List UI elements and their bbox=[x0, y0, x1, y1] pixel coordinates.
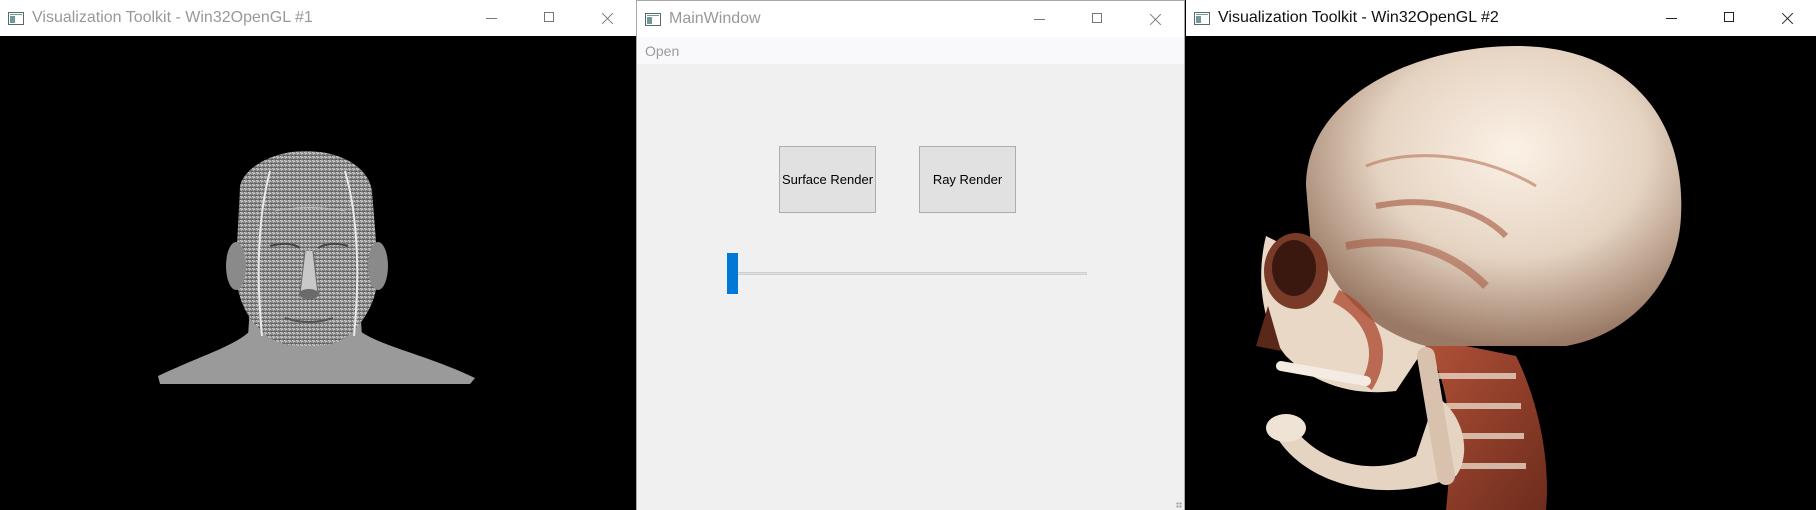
maximize-icon[interactable] bbox=[520, 0, 578, 36]
vtk-window-1[interactable]: Visualization Toolkit - Win32OpenGL #1 bbox=[0, 0, 636, 510]
surface-render-button[interactable]: Surface Render bbox=[779, 146, 876, 213]
title-bar[interactable]: Visualization Toolkit - Win32OpenGL #2 bbox=[1186, 0, 1816, 36]
title-bar[interactable]: MainWindow bbox=[637, 1, 1184, 37]
minimize-icon[interactable] bbox=[1642, 0, 1700, 36]
close-icon[interactable] bbox=[1758, 0, 1816, 36]
window-title: Visualization Toolkit - Win32OpenGL #1 bbox=[32, 9, 313, 26]
close-icon[interactable] bbox=[1126, 1, 1184, 37]
vtk-window-icon bbox=[1194, 11, 1210, 25]
minimize-icon[interactable] bbox=[1010, 1, 1068, 37]
vtk-window-2[interactable]: Visualization Toolkit - Win32OpenGL #2 bbox=[1186, 0, 1816, 510]
main-window[interactable]: MainWindow Open Surface Render Ray Rende… bbox=[636, 0, 1185, 510]
app-window-icon bbox=[645, 12, 661, 26]
minimize-icon[interactable] bbox=[462, 0, 520, 36]
surface-render-head bbox=[158, 151, 475, 384]
title-bar[interactable]: Visualization Toolkit - Win32OpenGL #1 bbox=[0, 0, 636, 36]
window-title: MainWindow bbox=[669, 10, 761, 27]
size-grip-icon[interactable] bbox=[1176, 502, 1182, 508]
slider-track[interactable] bbox=[727, 272, 1087, 275]
maximize-icon[interactable] bbox=[1068, 1, 1126, 37]
volume-render-skull bbox=[1256, 46, 1682, 510]
window-title: Visualization Toolkit - Win32OpenGL #2 bbox=[1218, 9, 1499, 26]
close-icon[interactable] bbox=[578, 0, 636, 36]
maximize-icon[interactable] bbox=[1700, 0, 1758, 36]
vtk-window-icon bbox=[8, 11, 24, 25]
menu-open[interactable]: Open bbox=[637, 43, 687, 59]
slider-handle[interactable] bbox=[727, 253, 738, 294]
menu-bar: Open bbox=[637, 37, 1184, 64]
render-viewport[interactable] bbox=[0, 36, 636, 510]
ray-render-button[interactable]: Ray Render bbox=[919, 146, 1016, 213]
render-viewport[interactable] bbox=[1186, 36, 1816, 510]
